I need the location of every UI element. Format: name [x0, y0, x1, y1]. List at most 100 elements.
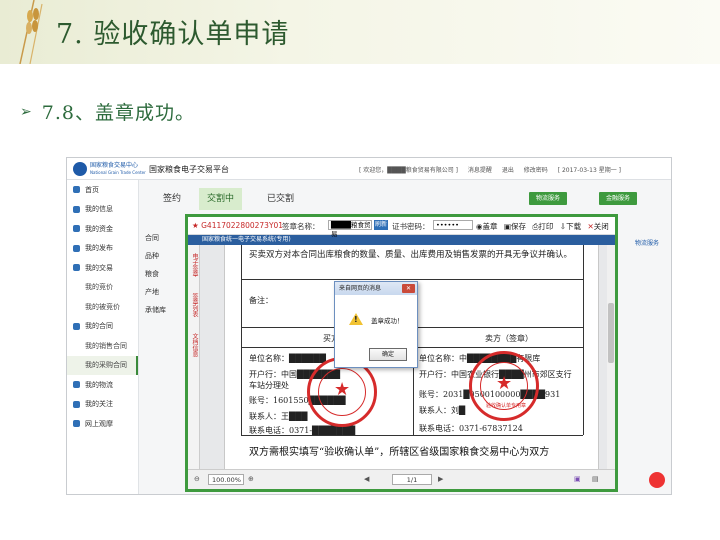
viewer-footer: ⊖ 100.00% ⊕ ◀ 1/1 ▶ ▣ ▤ [188, 469, 615, 489]
buyer-contact: 联系人：王███ [249, 412, 308, 421]
logo: 国家粮食交易中心 National Grain Trade Center [73, 162, 146, 176]
trade-icon [73, 264, 80, 272]
logo-subtext: National Grain Trade Center [90, 170, 146, 175]
sidebar-item-funds[interactable]: 我的资金 [67, 219, 138, 239]
zoom-out-icon[interactable]: ⊖ [194, 475, 200, 483]
zoom-level[interactable]: 100.00% [208, 474, 244, 485]
chat-notification-icon[interactable] [649, 472, 665, 488]
seal-star-icon: ★ [334, 379, 351, 400]
alert-title: 来自网页的消息 [339, 285, 382, 292]
zoom-in-icon[interactable]: ⊕ [248, 475, 254, 483]
logout-link[interactable]: 退出 [502, 167, 514, 174]
bg-row: 承储库 [145, 306, 166, 314]
background-logistics-link[interactable]: 物流服务 [635, 238, 659, 247]
sidebar-item-home[interactable]: 首页 [67, 180, 138, 200]
prev-page-icon[interactable]: ◀ [364, 475, 369, 483]
change-password-link[interactable]: 修改密码 [524, 167, 548, 174]
buyer-branch: 车站分理处 [249, 381, 289, 390]
alert-body: ! 盖章成功！ [335, 295, 417, 345]
background-contract-info: 合同 品种 粮食 产地 承储库 [145, 233, 166, 323]
app-top-bar: 国家粮食交易中心 National Grain Trade Center 国家粮… [67, 158, 671, 180]
alert-dialog: 来自网页的消息 ✕ ! 盖章成功！ 确定 [334, 281, 418, 368]
contract-id: ★ G4117022800273Y01 [192, 221, 284, 230]
doc-scrollbar[interactable] [607, 245, 615, 469]
platform-name: 国家粮食电子交易平台 [149, 165, 229, 174]
slide-title: 7. 验收确认单申请 [56, 19, 290, 50]
seller-header: 卖方（签章） [485, 334, 533, 343]
remarks-label: 备注： [249, 296, 273, 305]
sidebar-item-contract[interactable]: 我的合同 [67, 317, 138, 337]
download-button[interactable]: ⇩下载 [560, 222, 581, 231]
refresh-button[interactable]: 刷新 [374, 220, 388, 230]
contract-icon [73, 322, 80, 330]
sign-name-label: 签章名称： [282, 222, 320, 231]
welcome-user: ████粮食贸易有限公司 ] [387, 167, 458, 174]
sidebar-item-sales-contract[interactable]: 我的销售合同 [67, 336, 138, 356]
alert-message: 盖章成功！ [371, 317, 404, 325]
side-tab-sign[interactable]: 电子签章 [190, 253, 199, 285]
subtitle-row: ➢ 7.8、盖章成功。 [20, 98, 195, 125]
next-page-icon[interactable]: ▶ [438, 475, 443, 483]
doc-title-bar: 国家粮食统一电子交易系统(专用) [188, 235, 615, 245]
logo-text: 国家粮食交易中心 [90, 162, 139, 169]
stamp-label: 盖章 [482, 222, 498, 231]
sidebar-item-info[interactable]: 我的信息 [67, 200, 138, 220]
sidebar-item-label: 我的关注 [85, 400, 113, 409]
stamp-button[interactable]: ◉盖章 [476, 222, 498, 231]
table-line [241, 279, 583, 280]
cert-password-input[interactable]: •••••• [433, 220, 473, 230]
logistics-service-button[interactable]: 物流服务 [529, 192, 568, 205]
fit-page-icon[interactable]: ▣ [574, 475, 581, 483]
close-button[interactable]: ✕关闭 [588, 222, 609, 231]
sidebar-item-follow[interactable]: 我的关注 [67, 395, 138, 415]
page-indicator[interactable]: 1/1 [392, 474, 432, 485]
wallet-icon [73, 225, 80, 233]
alert-ok-button[interactable]: 确定 [369, 348, 407, 361]
seal-text: 验收确认单专用章 [486, 403, 527, 409]
tab-done[interactable]: 已交割 [259, 188, 302, 210]
sidebar-item-trade[interactable]: 我的交易 [67, 258, 138, 278]
tab-in-progress[interactable]: 交割中 [199, 188, 243, 210]
side-tabs: 电子签章 签章列表 文档信息 [188, 245, 200, 469]
sidebar-item-being-bid[interactable]: 我的被竞价 [67, 297, 138, 317]
close-label: 关闭 [593, 222, 609, 231]
alert-title-bar: 来自网页的消息 ✕ [335, 282, 417, 295]
fit-width-icon[interactable]: ▤ [592, 475, 599, 483]
seller-seal-icon: ★ 验收确认单专用章 [469, 351, 539, 421]
table-border [241, 245, 242, 435]
print-label: 打印 [538, 222, 554, 231]
contract-id-text: G4117022800273Y01 [201, 221, 284, 230]
side-tab-info[interactable]: 文档信息 [190, 333, 199, 365]
messages-link[interactable]: 消息提醒 [468, 167, 492, 174]
sign-name-select[interactable]: ████粮食贸易 [328, 220, 372, 238]
publish-icon [73, 244, 80, 252]
tab-sign[interactable]: 签约 [155, 188, 189, 210]
contract-tabs: 签约 交割中 已交割 [139, 188, 671, 210]
bg-row: 品种 [145, 252, 159, 260]
download-label: 下载 [566, 222, 582, 231]
sidebar-item-logistics[interactable]: 我的物流 [67, 375, 138, 395]
side-tab-list[interactable]: 签章列表 [190, 293, 199, 325]
scrollbar-thumb[interactable] [608, 303, 614, 363]
print-button[interactable]: ⎙打印 [532, 222, 553, 231]
sidebar-item-purchase-contract[interactable]: 我的采购合同 [67, 355, 138, 375]
sidebar-item-publish[interactable]: 我的发布 [67, 239, 138, 259]
bg-row: 粮食 [145, 270, 159, 278]
sidebar-item-bid[interactable]: 我的竞价 [67, 278, 138, 298]
date-text: [ 2017-03-13 星期一 ] [557, 167, 621, 174]
bullet-arrow-icon: ➢ [20, 103, 32, 120]
sidebar-item-observe[interactable]: 网上观摩 [67, 414, 138, 434]
truck-icon [73, 381, 80, 389]
welcome-text: [ 欢迎您，████粮食贸易有限公司 ] [359, 167, 458, 174]
alert-close-button[interactable]: ✕ [402, 284, 415, 293]
bank-service-button[interactable]: 金融服务 [599, 192, 638, 205]
user-icon [73, 205, 80, 213]
bg-row: 产地 [145, 288, 159, 296]
sidebar-item-label: 我的合同 [85, 322, 113, 331]
seller-contact: 联系人：刘█ [419, 406, 466, 415]
sidebar-nav: 首页 我的信息 我的资金 我的发布 我的交易 我的竞价 我的被竞价 我的合同 我… [67, 180, 139, 494]
seal-star-icon: ★ [496, 373, 513, 394]
save-button[interactable]: ▣保存 [504, 222, 526, 231]
welcome-label: [ 欢迎您， [359, 167, 388, 174]
heart-icon [73, 400, 80, 408]
